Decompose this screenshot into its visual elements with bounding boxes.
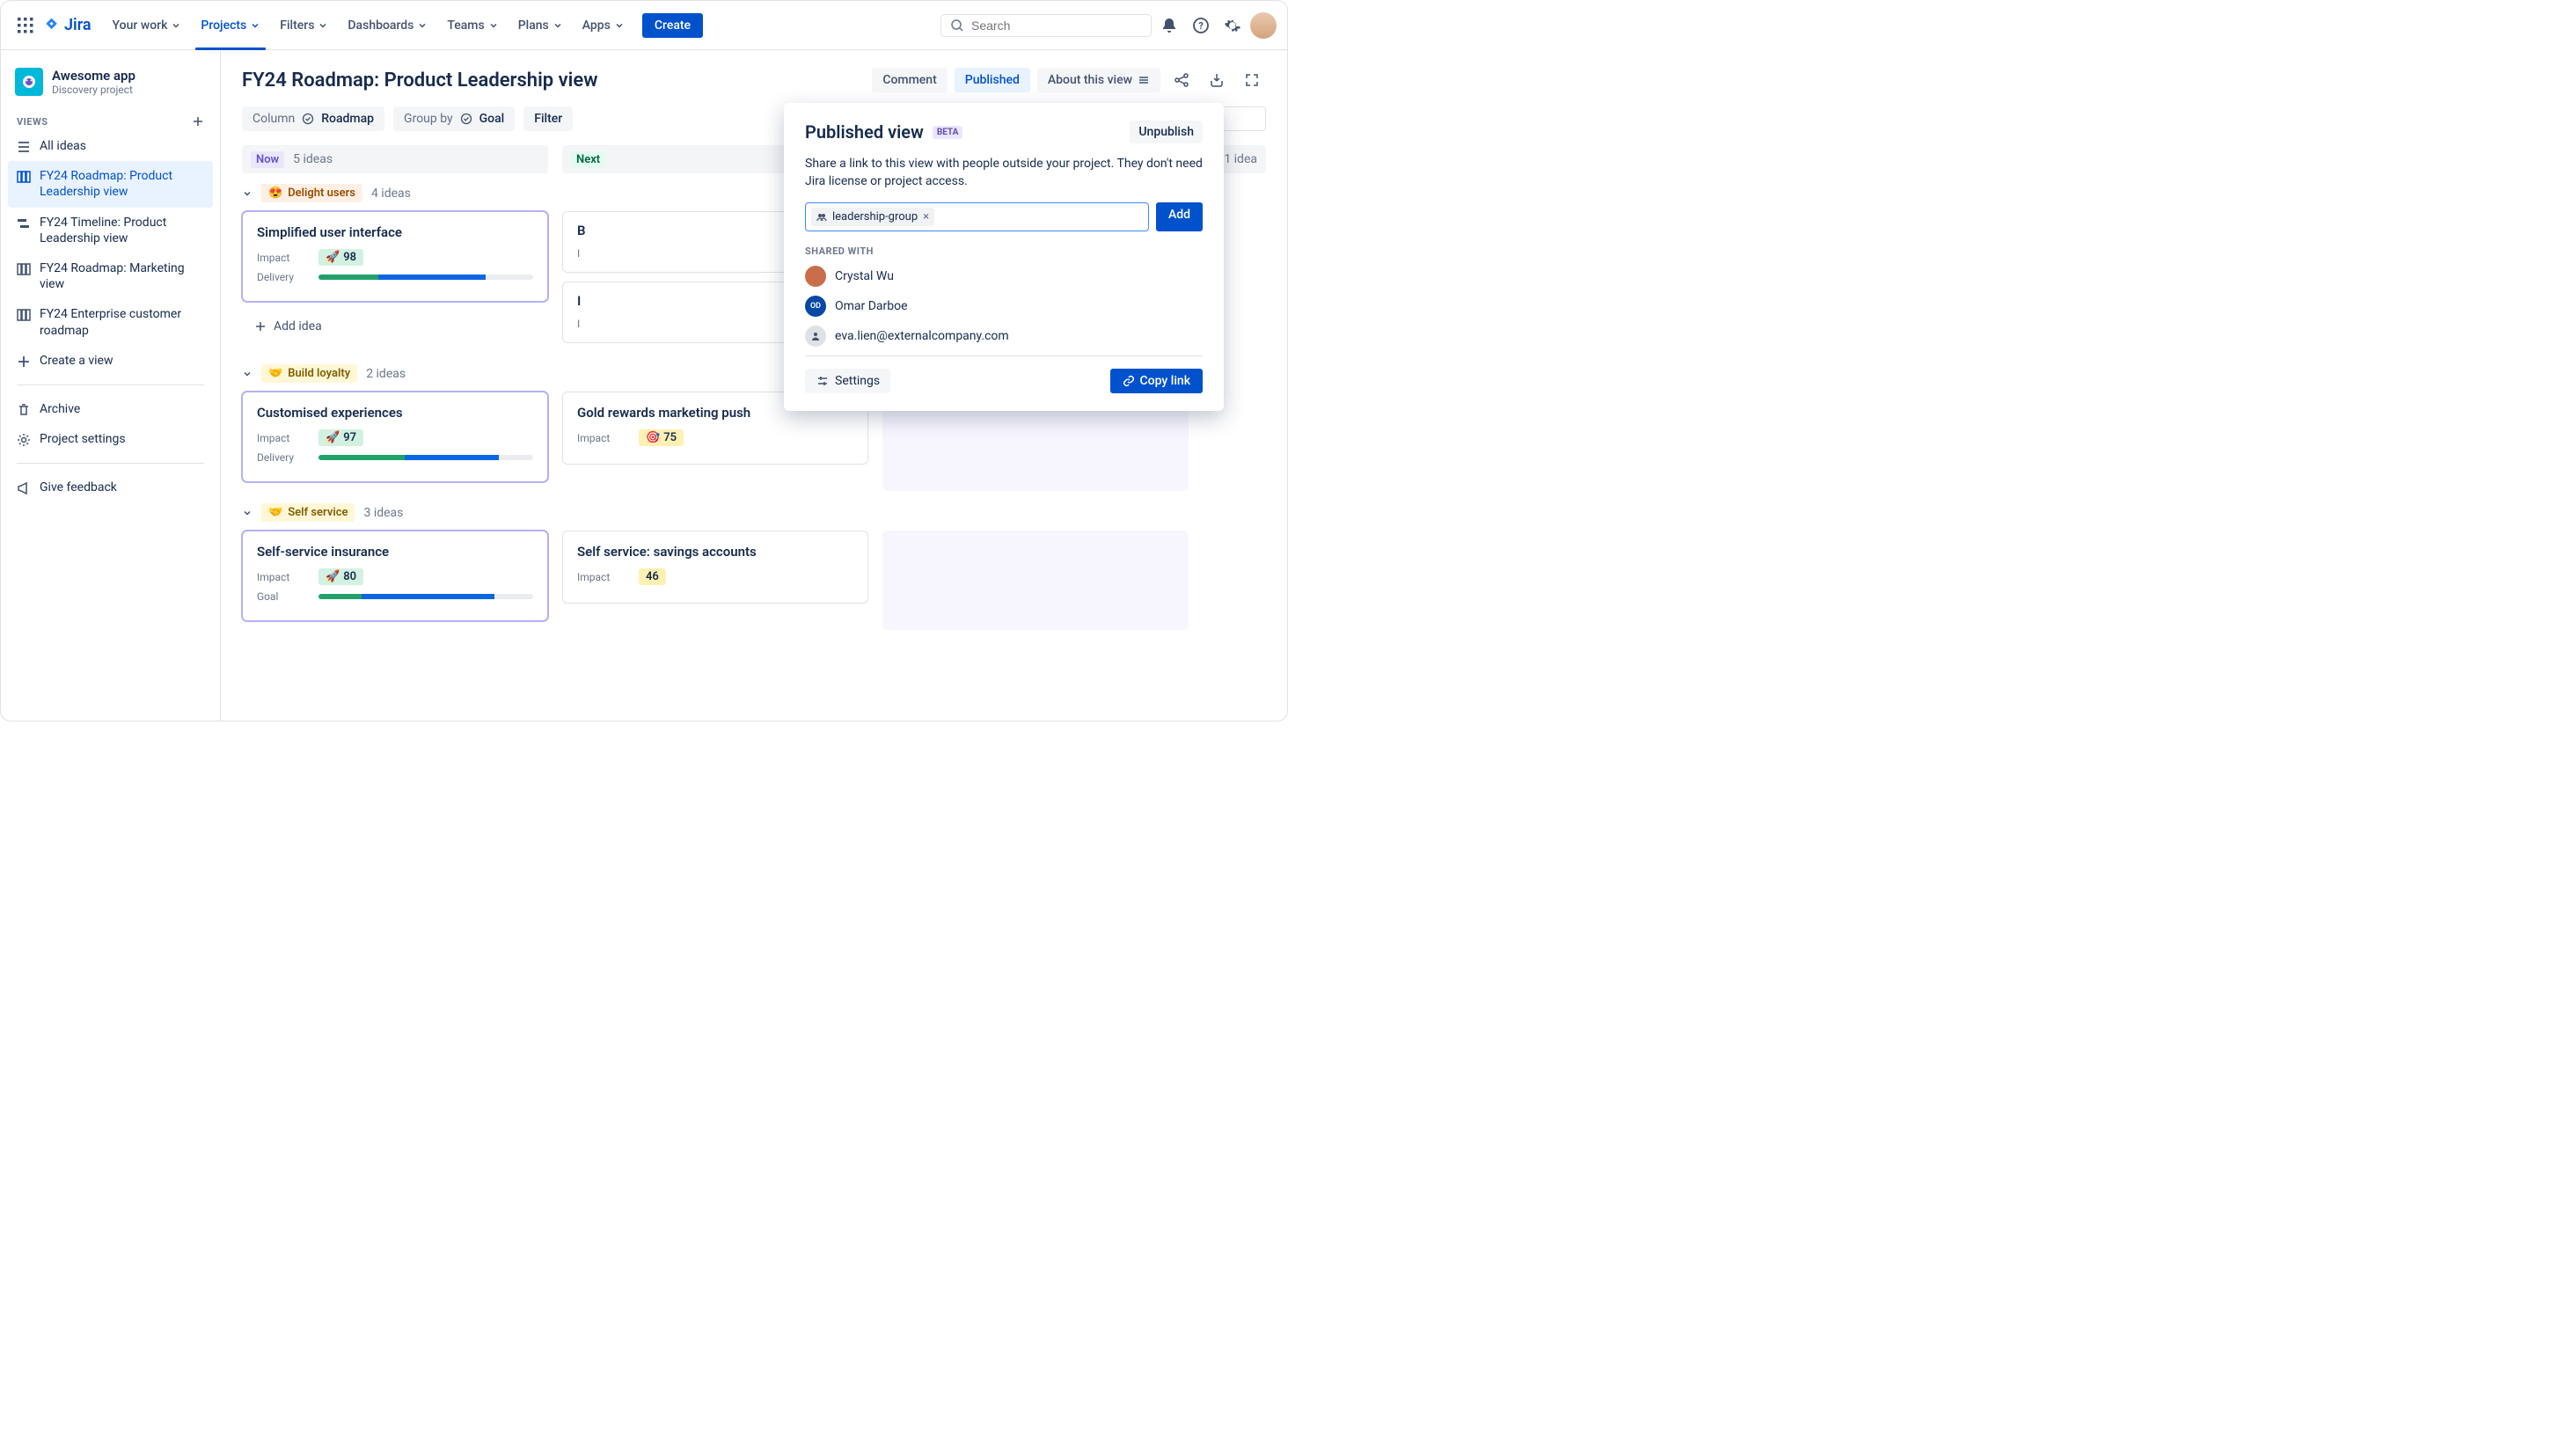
project-icon	[15, 68, 43, 96]
placeholder-card	[882, 531, 1189, 630]
person-avatar	[805, 326, 826, 347]
svg-text:?: ?	[1198, 20, 1204, 32]
nav-dashboards[interactable]: Dashboards	[339, 13, 436, 38]
published-button[interactable]: Published	[955, 68, 1030, 92]
views-section-label: VIEWS	[8, 112, 213, 131]
link-icon	[1123, 375, 1135, 387]
nav-apps[interactable]: Apps	[574, 13, 633, 38]
add-idea-button[interactable]: Add idea	[242, 311, 548, 342]
sidebar: Awesome app Discovery project VIEWS All …	[1, 50, 221, 721]
about-view-button[interactable]: About this view	[1037, 68, 1160, 92]
idea-card[interactable]: Self service: savings accounts Impact46	[562, 531, 868, 604]
board-icon	[17, 170, 31, 184]
popover-description: Share a link to this view with people ou…	[805, 156, 1203, 190]
page-title: FY24 Roadmap: Product Leadership view	[242, 70, 863, 92]
sidebar-fy24-timeline[interactable]: FY24 Timeline: Product Leadership view	[8, 208, 213, 253]
chevron-down-icon	[242, 508, 252, 518]
board-icon	[17, 308, 31, 322]
sidebar-feedback[interactable]: Give feedback	[8, 472, 213, 502]
shared-person: eva.lien@externalcompany.com	[805, 326, 1203, 347]
chevron-down-icon	[242, 369, 252, 379]
gear-icon	[17, 433, 31, 447]
shared-person: Crystal Wu	[805, 266, 1203, 287]
column-filter[interactable]: Column Roadmap	[242, 106, 384, 131]
nav-your-work[interactable]: Your work	[104, 13, 191, 38]
user-avatar[interactable]	[1250, 12, 1277, 39]
remove-chip-icon[interactable]: ×	[923, 210, 929, 223]
idea-card[interactable]: Simplified user interface Impact🚀 98 Del…	[242, 211, 548, 302]
nav-filters[interactable]: Filters	[271, 13, 337, 38]
chevron-down-icon	[242, 188, 252, 199]
sliders-icon	[816, 374, 830, 388]
project-header[interactable]: Awesome app Discovery project	[8, 64, 213, 112]
search-icon	[950, 18, 964, 33]
sidebar-fy24-enterprise[interactable]: FY24 Enterprise customer roadmap	[8, 299, 213, 345]
filter-chip[interactable]: Filter	[523, 106, 573, 131]
sidebar-create-view[interactable]: Create a view	[8, 346, 213, 376]
published-view-popover: Published view BETA Unpublish Share a li…	[784, 103, 1224, 411]
top-nav: Jira Your work Projects Filters Dashboar…	[1, 1, 1287, 50]
shared-with-label: SHARED WITH	[805, 245, 1203, 257]
plus-icon	[17, 355, 31, 369]
share-icon[interactable]	[1167, 66, 1196, 94]
beta-badge: BETA	[933, 126, 963, 139]
board-icon	[17, 262, 31, 276]
list-icon	[17, 140, 31, 154]
share-input[interactable]: leadership-group ×	[805, 202, 1149, 231]
idea-card[interactable]: Self-service insurance Impact🚀 80 Goal	[242, 531, 548, 621]
add-button[interactable]: Add	[1156, 202, 1203, 231]
sidebar-fy24-roadmap-product[interactable]: FY24 Roadmap: Product Leadership view	[8, 161, 213, 207]
project-name: Awesome app	[52, 68, 135, 84]
idea-card[interactable]: Customised experiences Impact🚀 97 Delive…	[242, 392, 548, 482]
person-avatar: OD	[805, 296, 826, 317]
person-avatar	[805, 266, 826, 287]
product-name: Jira	[64, 16, 91, 34]
settings-icon[interactable]	[1218, 11, 1247, 40]
timeline-icon	[17, 216, 31, 231]
group-icon	[816, 212, 827, 223]
comment-button[interactable]: Comment	[872, 68, 947, 92]
sidebar-all-ideas[interactable]: All ideas	[8, 131, 213, 161]
export-icon[interactable]	[1203, 66, 1231, 94]
nav-teams[interactable]: Teams	[438, 13, 507, 38]
column-now[interactable]: Now5 ideas	[242, 145, 548, 173]
shared-person: OD Omar Darboe	[805, 296, 1203, 317]
popover-title: Published view	[805, 121, 924, 143]
check-circle-icon	[460, 113, 472, 125]
help-icon[interactable]: ?	[1187, 11, 1215, 40]
nav-projects[interactable]: Projects	[192, 13, 269, 38]
group-chip[interactable]: leadership-group ×	[811, 208, 934, 226]
menu-icon	[1138, 74, 1150, 86]
group-by-filter[interactable]: Group by Goal	[393, 106, 515, 131]
main-content: FY24 Roadmap: Product Leadership view Co…	[221, 50, 1287, 721]
app-switcher-icon[interactable]	[11, 11, 40, 40]
sidebar-project-settings[interactable]: Project settings	[8, 424, 213, 454]
trash-icon	[17, 403, 31, 417]
megaphone-icon	[17, 481, 31, 495]
group-header-self-service[interactable]: 🤝Self service 3 ideas	[242, 503, 1266, 522]
global-search[interactable]	[940, 14, 1152, 37]
create-button[interactable]: Create	[642, 13, 703, 38]
fullscreen-icon[interactable]	[1238, 66, 1266, 94]
copy-link-button[interactable]: Copy link	[1110, 369, 1203, 393]
add-view-icon[interactable]	[192, 115, 204, 128]
nav-plans[interactable]: Plans	[509, 13, 572, 38]
check-circle-icon	[302, 113, 314, 125]
search-input[interactable]	[971, 18, 1142, 33]
sidebar-fy24-marketing[interactable]: FY24 Roadmap: Marketing view	[8, 253, 213, 299]
jira-logo[interactable]: Jira	[43, 16, 91, 34]
sidebar-archive[interactable]: Archive	[8, 394, 213, 424]
unpublish-button[interactable]: Unpublish	[1130, 121, 1203, 143]
project-type: Discovery project	[52, 84, 135, 96]
notifications-icon[interactable]	[1155, 11, 1183, 40]
popover-settings-button[interactable]: Settings	[805, 369, 890, 393]
plus-icon	[254, 320, 267, 333]
